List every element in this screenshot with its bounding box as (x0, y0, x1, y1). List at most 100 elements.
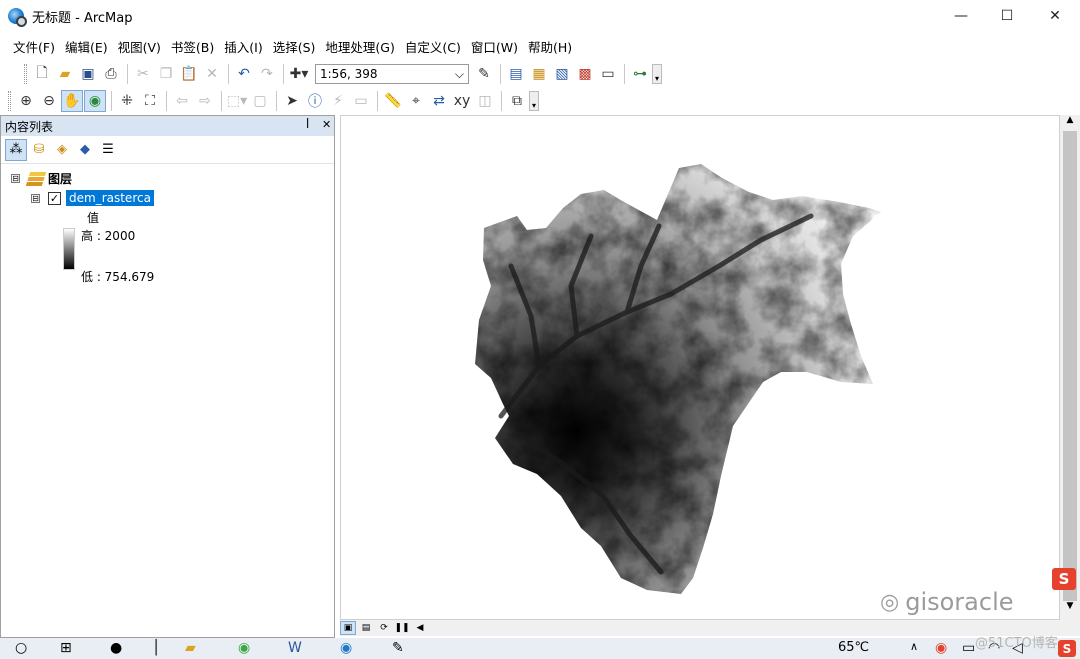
maximize-button[interactable]: ☐ (982, 0, 1032, 32)
list-by-drawing-order-icon[interactable]: ⁂ (5, 138, 27, 161)
menu-windows[interactable]: 窗口(W) (466, 37, 523, 56)
fixed-zoom-out-icon[interactable]: ⛶ (139, 90, 161, 112)
pause-drawing-icon[interactable]: ❚❚ (394, 621, 410, 635)
collapse-icon[interactable]: ⊟ (31, 193, 40, 203)
toolbar-separator (228, 64, 229, 84)
menu-customize[interactable]: 自定义(C) (400, 37, 466, 56)
undo-icon[interactable]: ↶ (233, 63, 255, 85)
sogou-ime-icon[interactable]: S (1058, 640, 1076, 657)
toolbar-separator (283, 64, 284, 84)
identify-icon[interactable]: ⓘ (304, 90, 326, 112)
layer-name[interactable]: dem_rasterca (66, 190, 154, 206)
modelbuilder-icon[interactable]: ⊶ (629, 63, 651, 85)
map-display[interactable] (340, 115, 1060, 620)
window-title: 无标题 - ArcMap (32, 10, 133, 26)
editor-toolbar-icon[interactable]: ✎ (473, 63, 495, 85)
list-by-source-icon[interactable]: ⛁ (28, 139, 50, 161)
file-explorer-icon[interactable]: ▰ (185, 640, 196, 656)
menu-geoprocessing[interactable]: 地理处理(G) (320, 37, 399, 56)
html-popup-icon[interactable]: ▭ (350, 90, 372, 112)
time-slider-icon[interactable]: ◫ (474, 90, 496, 112)
new-document-icon[interactable]: 🗋 (31, 63, 53, 85)
cut-icon[interactable]: ✂ (132, 63, 154, 85)
menu-file[interactable]: 文件(F) (8, 37, 60, 56)
find-binoculars-icon[interactable]: ⌖ (405, 90, 427, 112)
catalog-window-icon[interactable]: ▦ (528, 63, 550, 85)
watermark-logo: ◎ gisoracle (880, 588, 1014, 616)
list-by-visibility-icon[interactable]: ◈ (51, 139, 73, 161)
toolbar-overflow-icon[interactable]: ▾ (652, 64, 662, 84)
legend-color-ramp (63, 228, 75, 270)
menu-view[interactable]: 视图(V) (113, 37, 166, 56)
app-icon[interactable]: ● (110, 640, 122, 656)
chevron-up-icon[interactable]: ∧ (910, 640, 918, 653)
arctoolbox-icon[interactable]: ▩ (574, 63, 596, 85)
arcmap-taskbar-icon[interactable]: ◉ (340, 640, 352, 656)
refresh-icon[interactable]: ⟳ (376, 621, 392, 635)
toolbar-grip[interactable] (8, 91, 11, 111)
battery-icon[interactable]: ▭ (962, 640, 975, 656)
select-elements-icon[interactable]: ➤ (281, 90, 303, 112)
browser-icon[interactable]: ◉ (238, 640, 250, 656)
delete-icon[interactable]: ✕ (201, 63, 223, 85)
hyperlink-icon[interactable]: ⚡ (327, 90, 349, 112)
scroll-down-icon[interactable]: ▼ (1060, 601, 1080, 617)
toc-options-icon[interactable]: ☰ (97, 139, 119, 161)
zoom-out-icon[interactable]: ⊖ (38, 90, 60, 112)
vertical-scrollbar[interactable]: ▲ ▼ (1060, 115, 1080, 636)
full-extent-icon[interactable]: ◉ (84, 90, 106, 112)
add-data-icon[interactable]: ✚▾ (288, 63, 310, 85)
pin-icon[interactable]: ꟾ (306, 118, 309, 131)
pan-hand-icon[interactable]: ✋ (61, 90, 83, 112)
copy-icon[interactable]: ❐ (155, 63, 177, 85)
menu-bookmarks[interactable]: 书签(B) (166, 37, 219, 56)
paste-icon[interactable]: 📋 (178, 63, 200, 85)
viewer-window-icon[interactable]: ⧉ (506, 90, 528, 112)
data-view-icon[interactable]: ▣ (340, 621, 356, 635)
tools-toolbar: ⊕ ⊖ ✋ ◉ ⁜ ⛶ ⇦ ⇨ ⬚▾ ▢ ➤ ⓘ ⚡ ▭ 📏 ⌖ ⇄ xy ◫ … (8, 88, 553, 114)
save-icon[interactable]: ▣ (77, 63, 99, 85)
toolbar-separator (221, 91, 222, 111)
measure-icon[interactable]: 📏 (382, 90, 404, 112)
select-features-icon[interactable]: ⬚▾ (226, 90, 248, 112)
clear-selection-icon[interactable]: ▢ (249, 90, 271, 112)
minimize-button[interactable]: — (936, 0, 986, 32)
app-icon[interactable]: │ (152, 640, 160, 656)
paint-icon[interactable]: ✎ (392, 640, 404, 656)
fixed-zoom-in-icon[interactable]: ⁜ (116, 90, 138, 112)
find-route-icon[interactable]: ⇄ (428, 90, 450, 112)
print-icon[interactable]: ⎙ (100, 63, 122, 85)
scroll-left-icon[interactable]: ◀ (412, 621, 428, 635)
menu-help[interactable]: 帮助(H) (523, 37, 577, 56)
menu-selection[interactable]: 选择(S) (268, 37, 321, 56)
tray-app-icon[interactable]: ◉ (935, 640, 947, 656)
redo-icon[interactable]: ↷ (256, 63, 278, 85)
go-to-xy-icon[interactable]: xy (451, 90, 473, 112)
layers-root-row[interactable]: ⊟ 图层 (11, 170, 72, 187)
layer-visibility-checkbox[interactable]: ✓ (48, 191, 61, 205)
search-icon[interactable]: ○ (15, 640, 27, 656)
search-window-icon[interactable]: ▧ (551, 63, 573, 85)
back-extent-icon[interactable]: ⇦ (171, 90, 193, 112)
toolbar-grip[interactable] (24, 64, 27, 84)
list-by-selection-icon[interactable]: ◆ (74, 139, 96, 161)
collapse-icon[interactable]: ⊟ (11, 174, 20, 183)
scroll-up-icon[interactable]: ▲ (1060, 115, 1080, 131)
open-folder-icon[interactable]: ▰ (54, 63, 76, 85)
toolbar-overflow-icon[interactable]: ▾ (529, 91, 539, 111)
layer-row[interactable]: ⊟ ✓ dem_rasterca (31, 190, 154, 206)
scroll-thumb[interactable] (1063, 131, 1077, 601)
forward-extent-icon[interactable]: ⇨ (194, 90, 216, 112)
close-button[interactable]: ✕ (1030, 0, 1080, 32)
task-view-icon[interactable]: ⊞ (60, 640, 72, 656)
map-scale-combo[interactable]: 1:56, 398 ⌵ (315, 64, 469, 84)
table-of-contents-icon[interactable]: ▤ (505, 63, 527, 85)
layout-view-icon[interactable]: ▤ (358, 621, 374, 635)
word-icon[interactable]: W (288, 640, 302, 656)
sogou-ime-icon[interactable]: S (1052, 568, 1076, 590)
menu-edit[interactable]: 编辑(E) (60, 37, 113, 56)
python-window-icon[interactable]: ▭ (597, 63, 619, 85)
close-icon[interactable]: ✕ (322, 118, 331, 131)
menu-insert[interactable]: 插入(I) (219, 37, 267, 56)
zoom-in-icon[interactable]: ⊕ (15, 90, 37, 112)
